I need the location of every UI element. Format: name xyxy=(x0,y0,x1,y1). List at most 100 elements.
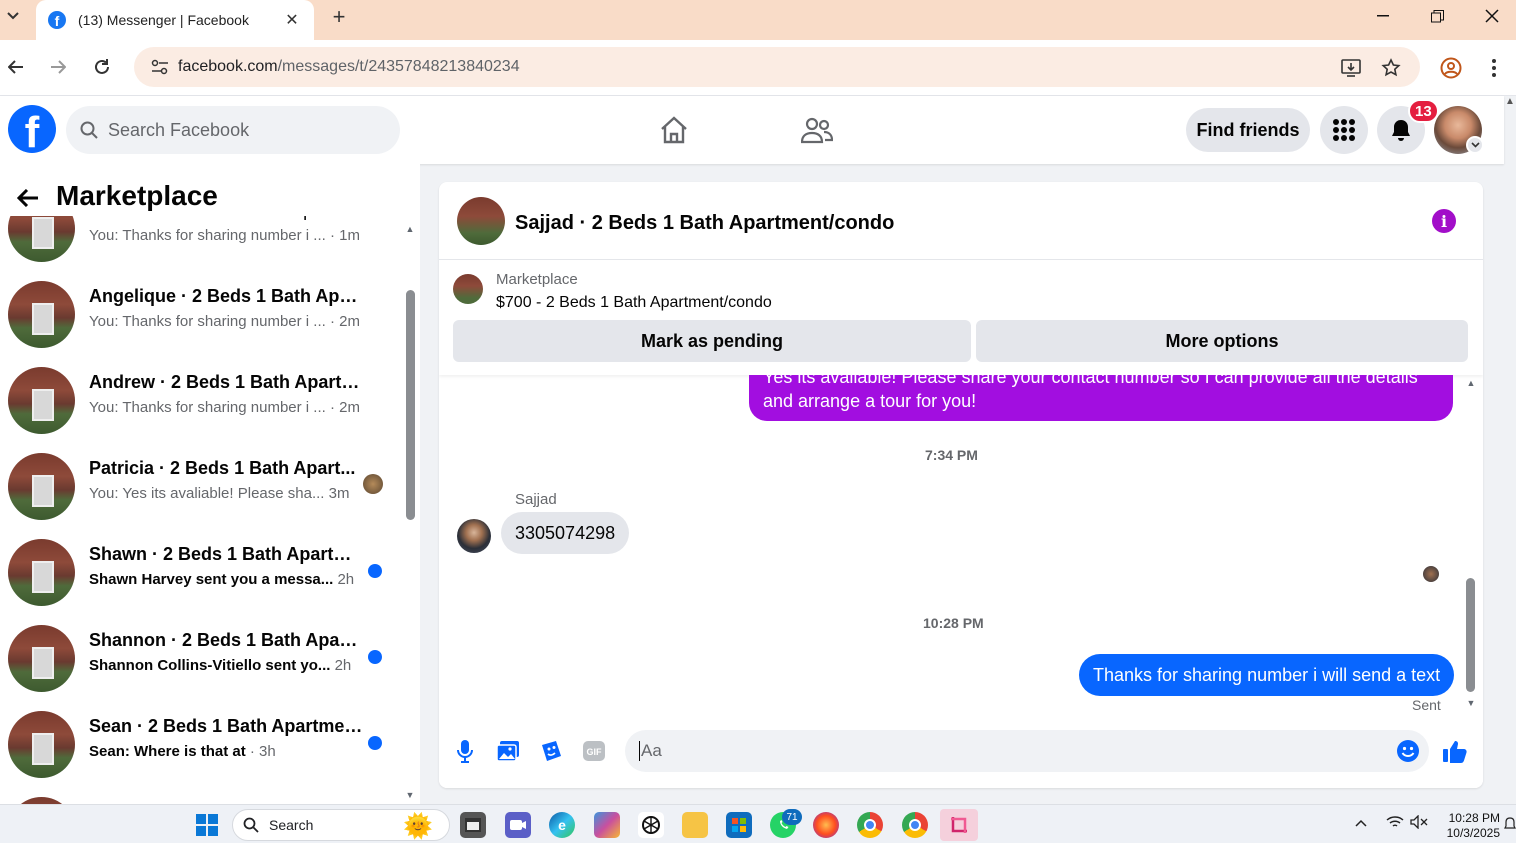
home-icon[interactable] xyxy=(654,110,694,150)
listing-thumbnail-small[interactable] xyxy=(453,274,483,304)
tab-search-chevron-icon[interactable] xyxy=(2,4,24,28)
listing-title[interactable]: $700 - 2 Beds 1 Bath Apartment/condo xyxy=(496,294,772,312)
message-timestamp: 7:34 PM xyxy=(925,447,978,463)
conversation-name: Angelique · 2 Beds 1 Bath Apart... xyxy=(89,286,364,306)
incoming-message[interactable]: 3305074298 xyxy=(501,512,630,554)
marketplace-label: Marketplace xyxy=(496,271,578,288)
mark-as-pending-button[interactable]: Mark as pending xyxy=(453,320,971,362)
find-friends-button[interactable]: Find friends xyxy=(1186,108,1310,152)
sidebar-scrollbar[interactable] xyxy=(406,290,415,520)
close-window-icon[interactable] xyxy=(1469,2,1515,30)
search-placeholder: Search Facebook xyxy=(108,119,250,140)
chat-scroll-up-icon[interactable]: ▲ xyxy=(1465,378,1477,388)
text-caret xyxy=(639,741,640,761)
message-input-placeholder: Aa xyxy=(641,741,662,760)
back-arrow-icon[interactable] xyxy=(14,184,42,212)
sent-status: Sent xyxy=(1412,697,1441,713)
site-info-icon[interactable] xyxy=(142,59,178,75)
conversation-item[interactable]: Shannon · 2 Beds 1 Bath Apart... Shannon… xyxy=(0,622,400,708)
outgoing-message[interactable]: Thanks for sharing number i will send a … xyxy=(1079,654,1455,696)
message-input[interactable]: Aa xyxy=(625,730,1429,772)
address-bar[interactable]: facebook.com/messages/t/2435784821384023… xyxy=(134,47,1420,87)
facebook-search-input[interactable]: Search Facebook xyxy=(66,106,400,154)
listing-thumbnail xyxy=(8,453,75,520)
preview-text: You: Thanks for sharing number i ... xyxy=(89,313,326,330)
gif-icon[interactable]: GIF xyxy=(581,738,607,764)
like-thumb-icon[interactable] xyxy=(1442,738,1468,764)
sidebar-scroll-up-icon[interactable]: ▲ xyxy=(404,224,416,234)
chat-scrollbar[interactable] xyxy=(1466,578,1475,692)
conversation-item[interactable]: Shawn · 2 Beds 1 Bath Apartm... Shawn Ha… xyxy=(0,536,400,622)
message-composer: GIF Aa xyxy=(439,718,1483,788)
chat-listing-thumbnail[interactable] xyxy=(457,197,505,245)
browser-menu-icon[interactable] xyxy=(1483,57,1505,79)
read-receipt-avatar xyxy=(1423,566,1439,582)
apps-grid-icon[interactable] xyxy=(1320,106,1368,154)
windows-start-icon[interactable] xyxy=(194,812,220,838)
conversation-item[interactable]: Andrew · 2 Beds 1 Bath Apartme... You: T… xyxy=(0,364,400,450)
conversation-name: Patricia · 2 Beds 1 Bath Apart... xyxy=(89,458,356,478)
microphone-icon[interactable] xyxy=(452,738,478,764)
edge-icon[interactable]: e xyxy=(549,812,575,838)
reload-icon[interactable] xyxy=(90,55,114,79)
unread-dot xyxy=(368,736,382,750)
tab-close-icon[interactable]: ✕ xyxy=(282,10,302,30)
conversation-item[interactable] xyxy=(0,794,400,804)
new-tab-icon[interactable]: + xyxy=(328,4,350,30)
system-clock[interactable]: 10:28 PM 10/3/2025 xyxy=(1440,811,1500,841)
firefox-icon[interactable] xyxy=(813,812,839,838)
image-icon[interactable] xyxy=(495,738,521,764)
forward-icon[interactable] xyxy=(46,55,70,79)
facebook-logo-icon[interactable]: f xyxy=(8,105,56,153)
more-options-button[interactable]: More options xyxy=(976,320,1468,362)
store-icon[interactable] xyxy=(726,812,752,838)
facebook-header: f Search Facebook Find friends 13 xyxy=(0,96,1504,164)
snipping-tool-icon[interactable] xyxy=(940,809,978,841)
back-icon[interactable] xyxy=(4,55,28,79)
profile-icon[interactable] xyxy=(1440,57,1462,79)
search-highlight-icon: 🌞 xyxy=(403,813,433,840)
listing-thumbnail xyxy=(8,797,75,804)
search-icon xyxy=(243,817,259,833)
restore-icon[interactable] xyxy=(1414,2,1460,30)
url-text: facebook.com/messages/t/2435784821384023… xyxy=(178,58,520,76)
chat-title[interactable]: Sajjad · 2 Beds 1 Bath Apartment/condo xyxy=(515,212,894,235)
chatgpt-icon[interactable] xyxy=(638,812,664,838)
listing-thumbnail xyxy=(8,281,75,348)
conversation-preview: Sean: Where is that at · 3h xyxy=(89,743,276,760)
tray-chevron-icon[interactable] xyxy=(1355,815,1367,830)
chrome-profile-icon[interactable] xyxy=(902,812,928,838)
conversation-item[interactable]: Patricia · 2 Beds 1 Bath Apart... You: Y… xyxy=(0,450,400,536)
url-host: facebook.com xyxy=(178,58,278,75)
chevron-down-icon[interactable] xyxy=(1466,136,1484,154)
volume-mute-icon[interactable] xyxy=(1410,814,1428,832)
chrome-icon[interactable] xyxy=(857,812,883,838)
tab-title: (13) Messenger | Facebook xyxy=(78,12,249,28)
preview-text: Sean: Where is that at xyxy=(89,743,246,760)
minimize-icon[interactable] xyxy=(1360,2,1406,30)
copilot-icon[interactable] xyxy=(594,812,620,838)
outgoing-message[interactable]: Yes its avaliable! Please share your con… xyxy=(749,375,1453,421)
info-icon[interactable]: i xyxy=(1432,209,1456,233)
emoji-icon[interactable] xyxy=(1395,738,1421,764)
wifi-icon[interactable] xyxy=(1386,815,1404,832)
page-scroll-up-icon[interactable]: ▲ xyxy=(1504,96,1516,108)
preview-text: Shawn Harvey sent you a messa... xyxy=(89,571,334,588)
friends-icon[interactable] xyxy=(797,110,837,150)
conversation-item[interactable]: Sean · 2 Beds 1 Bath Apartmen... Sean: W… xyxy=(0,708,400,794)
install-app-icon[interactable] xyxy=(1340,57,1362,79)
conversation-preview: You: Thanks for sharing number i ... · 2… xyxy=(89,399,360,416)
browser-tab-active[interactable]: f (13) Messenger | Facebook ✕ xyxy=(36,0,314,40)
teams-icon[interactable] xyxy=(505,812,531,838)
conversation-item[interactable]: Angelique · 2 Beds 1 Bath Apart... You: … xyxy=(0,278,400,364)
sidebar-scroll-down-icon[interactable]: ▼ xyxy=(404,790,416,800)
notification-center-icon[interactable] xyxy=(1504,817,1516,834)
bookmark-star-icon[interactable] xyxy=(1380,57,1402,79)
sender-avatar[interactable] xyxy=(457,519,491,553)
chat-scroll-down-icon[interactable]: ▼ xyxy=(1465,698,1477,708)
preview-time: 3m xyxy=(324,485,350,502)
file-explorer-icon[interactable] xyxy=(682,812,708,838)
sticker-icon[interactable] xyxy=(538,738,564,764)
task-view-icon[interactable] xyxy=(460,812,486,838)
taskbar-search[interactable]: Search 🌞 xyxy=(232,809,450,841)
